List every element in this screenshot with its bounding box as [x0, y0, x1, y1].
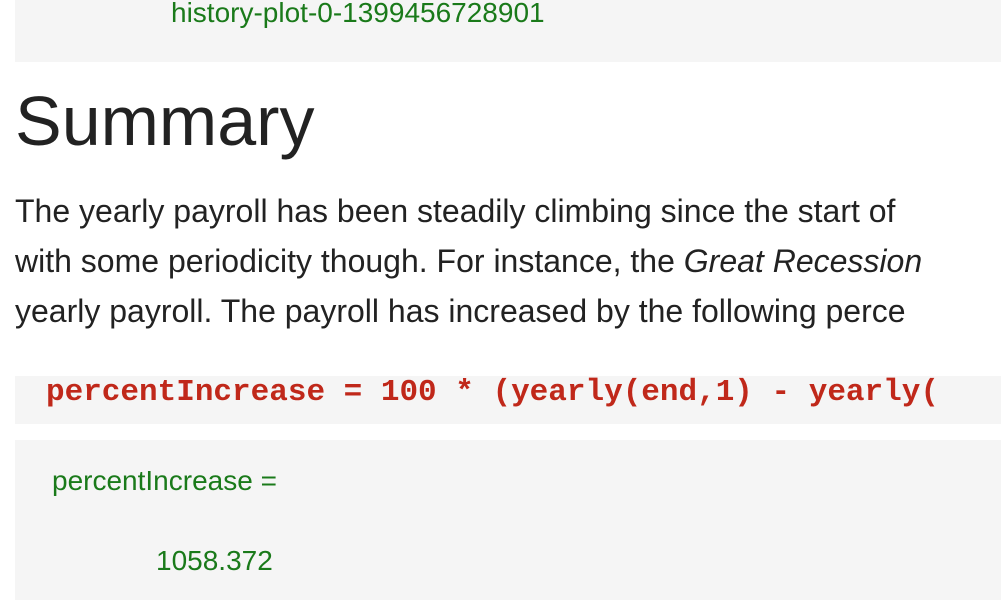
output-variable-label: percentIncrease =	[52, 465, 277, 496]
section-heading: Summary	[15, 82, 315, 160]
code-line: percentIncrease = 100 * (yearly(end,1) -…	[46, 376, 939, 410]
paragraph-line: with some periodicity though. For instan…	[15, 236, 1001, 286]
paragraph-line: yearly payroll. The payroll has increase…	[15, 293, 906, 329]
code-block: percentIncrease = 100 * (yearly(end,1) -…	[15, 376, 1001, 424]
output-text: history-plot-0-1399456728901	[171, 0, 545, 28]
output-value: 1058.372	[156, 545, 273, 576]
output-block: percentIncrease = 1058.372	[15, 440, 1001, 600]
paragraph-line: The yearly payroll has been steadily cli…	[15, 193, 896, 229]
paragraph-text: with some periodicity though. For instan…	[15, 243, 684, 279]
emphasized-term: Great Recession	[683, 243, 923, 279]
previous-output-block: history-plot-0-1399456728901	[15, 0, 1001, 62]
summary-paragraph: The yearly payroll has been steadily cli…	[15, 186, 1001, 336]
